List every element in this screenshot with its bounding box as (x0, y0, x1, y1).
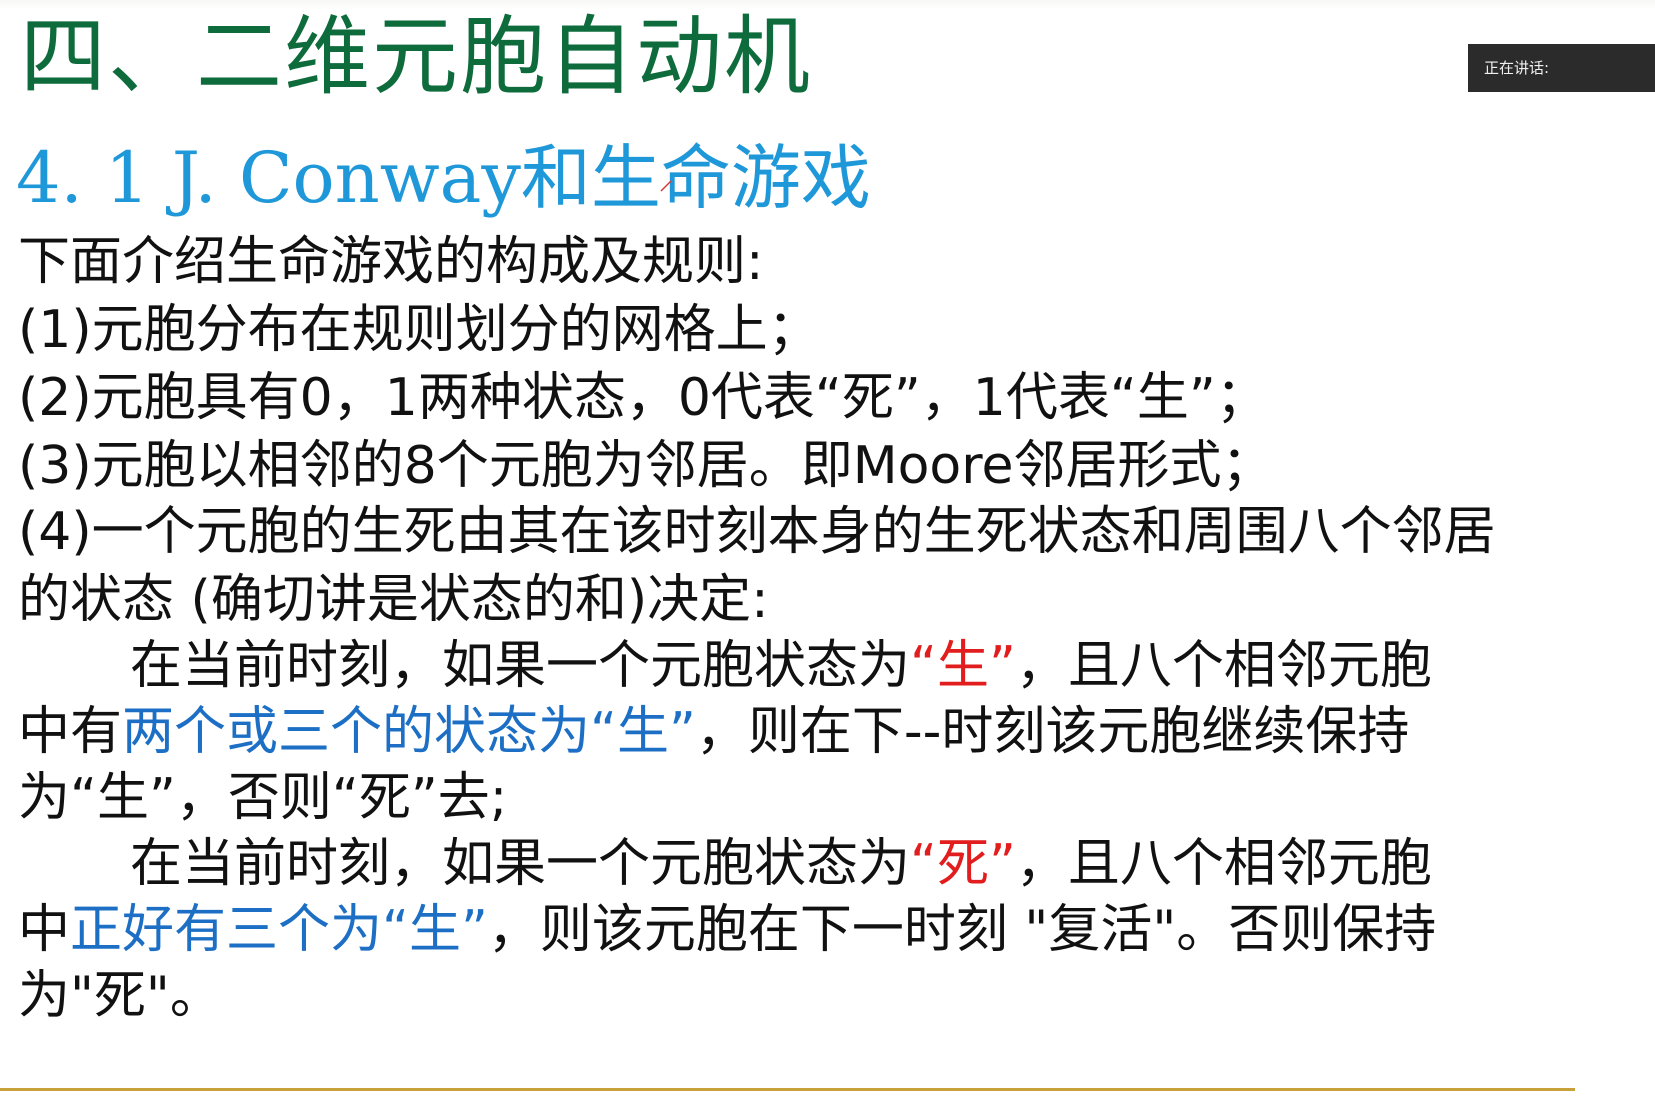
speaking-label: 正在讲话: (1484, 59, 1550, 77)
paragraph-1-line-2: 中有两个或三个的状态为“生”，则在下--时刻该元胞继续保持 (18, 698, 1409, 766)
rule-2-line: (2)元胞具有0，1两种状态，0代表“死”，1代表“生”； (18, 368, 1268, 428)
slide-title: 四、二维元胞自动机 (20, 7, 812, 107)
paragraph-1-text: 中有 (18, 702, 123, 762)
paragraph-2-line-2: 中正好有三个为“生”，则该元胞在下一时刻 "复活"。否则保持 (18, 896, 1436, 964)
paragraph-2-text: 中 (18, 900, 71, 960)
paragraph-1-line-3: 为“生”，否则“死”去; (18, 768, 508, 828)
pen-annotation-icon (660, 180, 672, 192)
highlight-alive: “生” (910, 636, 1016, 696)
highlight-exactly-three: 正好有三个为“生” (70, 900, 488, 960)
intro-line: 下面介绍生命游戏的构成及规则: (18, 232, 764, 292)
rule-3-line: (3)元胞以相邻的8个元胞为邻居。即Moore邻居形式； (18, 436, 1274, 496)
paragraph-2-line-3: 为"死"。 (18, 966, 222, 1026)
paragraph-2-text-post: ，则该元胞在下一时刻 "复活"。否则保持 (487, 900, 1437, 960)
paragraph-2-text: 在当前时刻，如果一个元胞状态为 (130, 834, 911, 894)
paragraph-1-text: 在当前时刻，如果一个元胞状态为 (130, 636, 911, 696)
paragraph-2-text-post: ，且八个相邻元胞 (1015, 834, 1432, 894)
speaking-indicator: 正在讲话: (1468, 44, 1655, 92)
slide-subtitle: 4. 1 J. Conway和生命游戏 (16, 137, 871, 219)
paragraph-1-line-1: 在当前时刻，如果一个元胞状态为“生”，且八个相邻元胞 (130, 632, 1432, 700)
presentation-slide: 四、二维元胞自动机 4. 1 J. Conway和生命游戏 下面介绍生命游戏的构… (0, 0, 1655, 1103)
paragraph-2-line-1: 在当前时刻，如果一个元胞状态为“死”，且八个相邻元胞 (130, 830, 1432, 898)
rule-4-line-2: 的状态 (确切讲是状态的和)决定: (18, 570, 769, 630)
rule-4-line-1: (4)一个元胞的生死由其在该时刻本身的生死状态和周围八个邻居 (18, 502, 1496, 562)
footer-divider (0, 1088, 1575, 1091)
rule-1-line: (1)元胞分布在规则划分的网格上； (18, 300, 820, 360)
highlight-two-or-three: 两个或三个的状态为“生” (122, 702, 696, 762)
highlight-dead: “死” (910, 834, 1016, 894)
paragraph-1-text-post: ，则在下--时刻该元胞继续保持 (695, 702, 1410, 762)
paragraph-1-text-post: ，且八个相邻元胞 (1015, 636, 1432, 696)
